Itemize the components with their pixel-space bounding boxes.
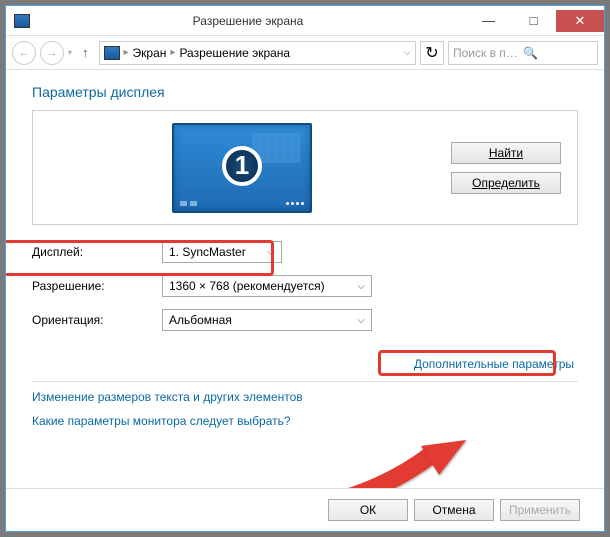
help-links: Изменение размеров текста и других элеме…: [32, 390, 578, 428]
display-select[interactable]: 1. SyncMaster ⌵: [162, 241, 282, 263]
chevron-down-icon: ⌵: [357, 315, 365, 326]
forward-button[interactable]: →: [40, 41, 64, 65]
chevron-right-icon: ▸: [124, 47, 129, 58]
monitor-preview-wrap: 1: [49, 123, 435, 213]
resolution-select[interactable]: 1360 × 768 (рекомендуется) ⌵: [162, 275, 372, 297]
taskbar-preview: [180, 201, 304, 207]
orientation-value: Альбомная: [169, 313, 232, 327]
detect-button[interactable]: Определить: [451, 172, 561, 194]
resolution-value: 1360 × 768 (рекомендуется): [169, 279, 325, 293]
ok-button[interactable]: ОК: [328, 499, 408, 521]
display-row: Дисплей: 1. SyncMaster ⌵: [32, 237, 578, 267]
app-icon: [14, 14, 30, 28]
back-button[interactable]: ←: [12, 41, 36, 65]
arrow-annotation: [281, 440, 481, 488]
monitor-number: 1: [222, 146, 262, 186]
divider: [32, 381, 578, 382]
search-input[interactable]: Поиск в панели у... 🔍: [448, 41, 598, 65]
display-label: Дисплей:: [32, 245, 162, 259]
chevron-down-icon: ⌵: [357, 281, 365, 292]
which-monitor-link[interactable]: Какие параметры монитора следует выбрать…: [32, 414, 578, 428]
window-buttons: — □ ✕: [466, 10, 604, 32]
orientation-label: Ориентация:: [32, 313, 162, 327]
monitor-icon: [104, 46, 120, 60]
display-value: 1. SyncMaster: [169, 245, 246, 259]
maximize-button[interactable]: □: [511, 10, 556, 32]
orientation-select[interactable]: Альбомная ⌵: [162, 309, 372, 331]
apply-button[interactable]: Применить: [500, 499, 580, 521]
find-button[interactable]: Найти: [451, 142, 561, 164]
display-preview-box: 1 Найти Определить: [32, 110, 578, 225]
resolution-label: Разрешение:: [32, 279, 162, 293]
titlebar: Разрешение экрана — □ ✕: [6, 6, 604, 36]
resolution-row: Разрешение: 1360 × 768 (рекомендуется) ⌵: [32, 271, 578, 301]
text-size-link[interactable]: Изменение размеров текста и других элеме…: [32, 390, 578, 404]
window: Разрешение экрана — □ ✕ ← → ▾ ↑ ▸ Экран …: [5, 5, 605, 532]
breadcrumb-resolution[interactable]: Разрешение экрана: [179, 46, 290, 60]
page-heading: Параметры дисплея: [32, 84, 578, 100]
refresh-button[interactable]: ↻: [420, 41, 444, 65]
navbar: ← → ▾ ↑ ▸ Экран ▸ Разрешение экрана ⌵ ↻ …: [6, 36, 604, 70]
monitor-preview[interactable]: 1: [172, 123, 312, 213]
content: Параметры дисплея 1 Найти Определить: [6, 70, 604, 488]
window-title: Разрешение экрана: [30, 14, 466, 28]
preview-side-buttons: Найти Определить: [451, 142, 561, 194]
advanced-link[interactable]: Дополнительные параметры: [414, 357, 574, 371]
footer: ОК Отмена Применить: [6, 488, 604, 531]
chevron-down-icon[interactable]: ⌵: [403, 47, 411, 58]
advanced-row: Дополнительные параметры: [32, 355, 578, 373]
orientation-row: Ориентация: Альбомная ⌵: [32, 305, 578, 335]
minimize-button[interactable]: —: [466, 10, 511, 32]
up-button[interactable]: ↑: [76, 45, 95, 60]
search-icon: 🔍: [523, 46, 593, 60]
chevron-right-icon: ▸: [170, 47, 175, 58]
close-button[interactable]: ✕: [556, 10, 604, 32]
breadcrumb[interactable]: ▸ Экран ▸ Разрешение экрана ⌵: [99, 41, 416, 65]
chevron-down-icon: ⌵: [267, 247, 275, 258]
search-placeholder: Поиск в панели у...: [453, 46, 523, 60]
history-dropdown-icon[interactable]: ▾: [68, 48, 72, 57]
breadcrumb-screen[interactable]: Экран: [133, 46, 167, 60]
settings-form: Дисплей: 1. SyncMaster ⌵ Разрешение: 136…: [32, 237, 578, 335]
cancel-button[interactable]: Отмена: [414, 499, 494, 521]
